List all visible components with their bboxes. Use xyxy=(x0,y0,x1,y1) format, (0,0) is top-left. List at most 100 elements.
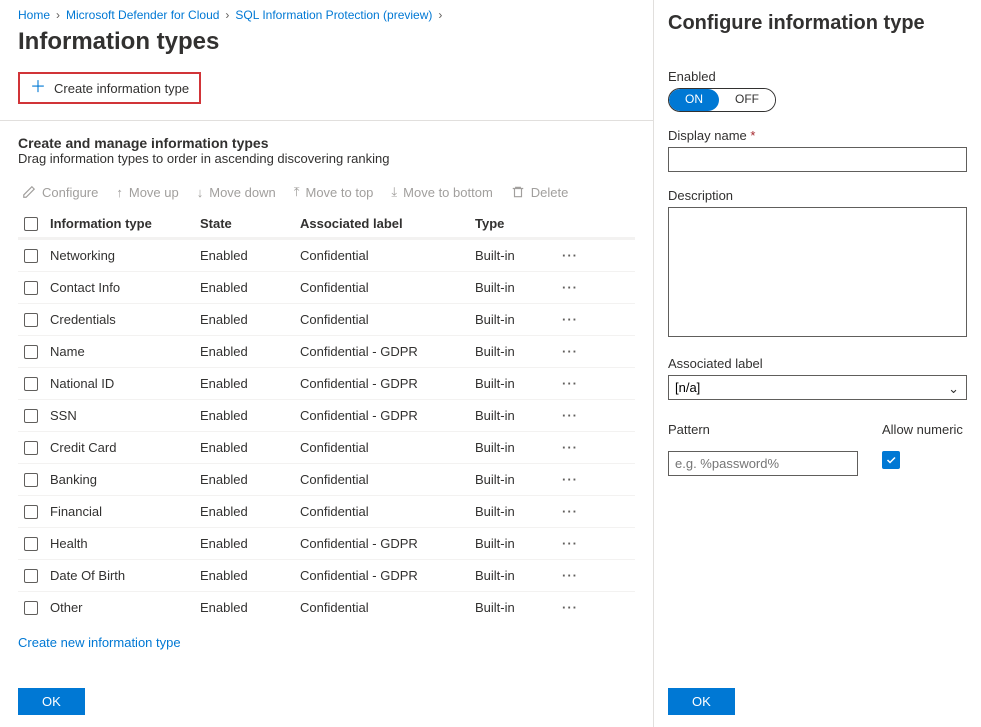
row-more-button[interactable]: ··· xyxy=(550,248,590,263)
pattern-input[interactable] xyxy=(668,451,858,476)
arrow-up-icon: ↑ xyxy=(116,185,123,200)
configure-button[interactable]: Configure xyxy=(22,185,98,200)
chevron-right-icon: › xyxy=(438,8,442,22)
cell-state: Enabled xyxy=(200,248,300,263)
table-row[interactable]: National IDEnabledConfidential - GDPRBui… xyxy=(18,367,635,399)
page-title: Information types xyxy=(18,28,635,56)
row-more-button[interactable]: ··· xyxy=(550,280,590,295)
move-down-button[interactable]: ↓ Move down xyxy=(197,185,276,200)
breadcrumb-sql-ip[interactable]: SQL Information Protection (preview) xyxy=(235,8,432,22)
row-more-button[interactable]: ··· xyxy=(550,312,590,327)
table-row[interactable]: Date Of BirthEnabledConfidential - GDPRB… xyxy=(18,559,635,591)
panel-title: Configure information type xyxy=(668,12,967,35)
cell-state: Enabled xyxy=(200,440,300,455)
cell-name: Health xyxy=(50,536,200,551)
cell-state: Enabled xyxy=(200,504,300,519)
row-more-button[interactable]: ··· xyxy=(550,600,590,615)
table-row[interactable]: NetworkingEnabledConfidentialBuilt-in··· xyxy=(18,239,635,271)
enabled-toggle[interactable]: ON OFF xyxy=(668,88,776,112)
arrow-top-icon: ⤒ xyxy=(294,184,300,200)
cell-type: Built-in xyxy=(475,440,550,455)
row-checkbox[interactable] xyxy=(24,281,38,295)
cell-type: Built-in xyxy=(475,472,550,487)
associated-label-select[interactable] xyxy=(668,375,967,400)
table-row[interactable]: NameEnabledConfidential - GDPRBuilt-in··… xyxy=(18,335,635,367)
cell-label: Confidential - GDPR xyxy=(300,408,475,423)
table-row[interactable]: SSNEnabledConfidential - GDPRBuilt-in··· xyxy=(18,399,635,431)
cell-label: Confidential xyxy=(300,600,475,615)
description-label: Description xyxy=(668,188,967,203)
row-checkbox[interactable] xyxy=(24,601,38,615)
row-more-button[interactable]: ··· xyxy=(550,408,590,423)
row-more-button[interactable]: ··· xyxy=(550,568,590,583)
associated-label-label: Associated label xyxy=(668,356,967,371)
table-row[interactable]: Credit CardEnabledConfidentialBuilt-in··… xyxy=(18,431,635,463)
cell-label: Confidential xyxy=(300,280,475,295)
row-more-button[interactable]: ··· xyxy=(550,344,590,359)
table-row[interactable]: HealthEnabledConfidential - GDPRBuilt-in… xyxy=(18,527,635,559)
table-row[interactable]: OtherEnabledConfidentialBuilt-in··· xyxy=(18,591,635,623)
cell-label: Confidential - GDPR xyxy=(300,536,475,551)
allow-numeric-checkbox[interactable] xyxy=(882,451,900,469)
row-checkbox[interactable] xyxy=(24,409,38,423)
cell-state: Enabled xyxy=(200,280,300,295)
allow-numeric-label: Allow numeric xyxy=(882,422,963,437)
row-checkbox[interactable] xyxy=(24,473,38,487)
row-checkbox[interactable] xyxy=(24,537,38,551)
description-input[interactable] xyxy=(668,207,967,337)
move-up-button[interactable]: ↑ Move up xyxy=(116,185,178,200)
cell-state: Enabled xyxy=(200,376,300,391)
cell-type: Built-in xyxy=(475,504,550,519)
chevron-right-icon: › xyxy=(225,8,229,22)
create-button-label: Create information type xyxy=(54,81,189,96)
cell-state: Enabled xyxy=(200,312,300,327)
pencil-icon xyxy=(22,185,36,199)
row-more-button[interactable]: ··· xyxy=(550,440,590,455)
row-checkbox[interactable] xyxy=(24,249,38,263)
row-checkbox[interactable] xyxy=(24,441,38,455)
move-bottom-button[interactable]: ⤓ Move to bottom xyxy=(391,184,492,200)
display-name-input[interactable] xyxy=(668,147,967,172)
create-information-type-button[interactable]: ＋ Create information type xyxy=(18,72,201,104)
row-checkbox[interactable] xyxy=(24,377,38,391)
cell-label: Confidential - GDPR xyxy=(300,568,475,583)
cell-name: National ID xyxy=(50,376,200,391)
configure-label: Configure xyxy=(42,185,98,200)
move-top-button[interactable]: ⤒ Move to top xyxy=(294,184,374,200)
breadcrumb-defender[interactable]: Microsoft Defender for Cloud xyxy=(66,8,219,22)
panel-ok-button[interactable]: OK xyxy=(668,688,735,715)
cell-name: Credentials xyxy=(50,312,200,327)
row-more-button[interactable]: ··· xyxy=(550,536,590,551)
ok-button[interactable]: OK xyxy=(18,688,85,715)
row-checkbox[interactable] xyxy=(24,345,38,359)
move-top-label: Move to top xyxy=(305,185,373,200)
row-checkbox[interactable] xyxy=(24,569,38,583)
table-row[interactable]: Contact InfoEnabledConfidentialBuilt-in·… xyxy=(18,271,635,303)
cell-type: Built-in xyxy=(475,376,550,391)
delete-button[interactable]: Delete xyxy=(511,185,569,200)
cell-type: Built-in xyxy=(475,280,550,295)
row-more-button[interactable]: ··· xyxy=(550,376,590,391)
row-checkbox[interactable] xyxy=(24,505,38,519)
table-row[interactable]: FinancialEnabledConfidentialBuilt-in··· xyxy=(18,495,635,527)
row-more-button[interactable]: ··· xyxy=(550,504,590,519)
cell-state: Enabled xyxy=(200,568,300,583)
table-row[interactable]: BankingEnabledConfidentialBuilt-in··· xyxy=(18,463,635,495)
cell-name: Other xyxy=(50,600,200,615)
table-row[interactable]: CredentialsEnabledConfidentialBuilt-in··… xyxy=(18,303,635,335)
select-all-checkbox[interactable] xyxy=(24,217,38,231)
toggle-off: OFF xyxy=(719,89,775,111)
cell-label: Confidential - GDPR xyxy=(300,376,475,391)
cell-label: Confidential xyxy=(300,504,475,519)
breadcrumb-home[interactable]: Home xyxy=(18,8,50,22)
cell-type: Built-in xyxy=(475,536,550,551)
row-more-button[interactable]: ··· xyxy=(550,472,590,487)
chevron-right-icon: › xyxy=(56,8,60,22)
cell-type: Built-in xyxy=(475,248,550,263)
cell-label: Confidential xyxy=(300,312,475,327)
display-name-label: Display name * xyxy=(668,128,967,143)
delete-label: Delete xyxy=(531,185,569,200)
create-new-link[interactable]: Create new information type xyxy=(18,635,635,650)
breadcrumb: Home › Microsoft Defender for Cloud › SQ… xyxy=(18,8,635,22)
row-checkbox[interactable] xyxy=(24,313,38,327)
